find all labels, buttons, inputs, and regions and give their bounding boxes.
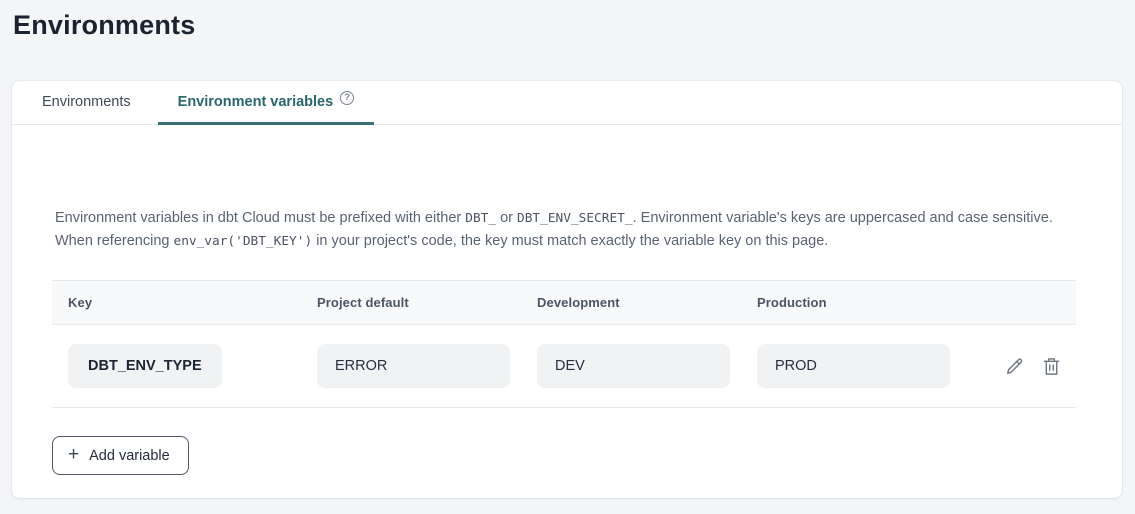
development-value: DEV	[537, 344, 730, 388]
cell-key: DBT_ENV_TYPE	[52, 344, 301, 388]
table-header-row: Key Project default Development Producti…	[52, 281, 1076, 325]
table-row: DBT_ENV_TYPE ERROR DEV PROD	[52, 325, 1076, 408]
description-segment: Environment variables in dbt Cloud must …	[55, 210, 465, 226]
tab-environments[interactable]: Environments	[22, 81, 151, 125]
variable-key-value: DBT_ENV_TYPE	[68, 344, 222, 388]
delete-variable-button[interactable]	[1040, 355, 1062, 377]
cell-development: DEV	[521, 344, 741, 388]
tab-environments-label: Environments	[42, 94, 131, 110]
production-value: PROD	[757, 344, 950, 388]
environments-page: Environments Environments Environment va…	[0, 9, 1135, 498]
trash-icon	[1042, 356, 1061, 377]
tab-panel-environment-variables: Environment variables in dbt Cloud must …	[12, 207, 1122, 475]
cell-actions	[961, 355, 1076, 377]
code-dbt-prefix: DBT_	[465, 211, 496, 226]
add-variable-label: Add variable	[89, 448, 170, 464]
code-env-var: env_var('DBT_KEY')	[173, 234, 312, 249]
pencil-icon	[1004, 356, 1025, 377]
variables-table: Key Project default Development Producti…	[52, 280, 1076, 408]
column-header-key: Key	[52, 295, 301, 310]
code-dbt-env-secret-prefix: DBT_ENV_SECRET_	[517, 211, 633, 226]
plus-icon: +	[68, 445, 79, 464]
content-card: Environments Environment variables ? Env…	[12, 81, 1122, 498]
description-segment: in your project's code, the key must mat…	[312, 233, 828, 249]
help-icon[interactable]: ?	[340, 91, 354, 105]
cell-project-default: ERROR	[301, 344, 521, 388]
tab-environment-variables-label: Environment variables	[178, 94, 334, 110]
description-segment: When referencing	[55, 233, 173, 249]
project-default-value: ERROR	[317, 344, 510, 388]
description-segment: or	[496, 210, 517, 226]
column-header-project-default: Project default	[301, 295, 521, 310]
cell-production: PROD	[741, 344, 961, 388]
description-segment: . Environment variable's keys are upperc…	[633, 210, 1053, 226]
column-header-production: Production	[741, 295, 961, 310]
page-title: Environments	[13, 9, 1135, 42]
tab-bar: Environments Environment variables ?	[12, 81, 1122, 125]
add-variable-button[interactable]: + Add variable	[52, 436, 189, 475]
tab-environment-variables[interactable]: Environment variables ?	[158, 81, 375, 125]
edit-variable-button[interactable]	[1003, 355, 1025, 377]
description-text: Environment variables in dbt Cloud must …	[52, 207, 1077, 253]
column-header-development: Development	[521, 295, 741, 310]
